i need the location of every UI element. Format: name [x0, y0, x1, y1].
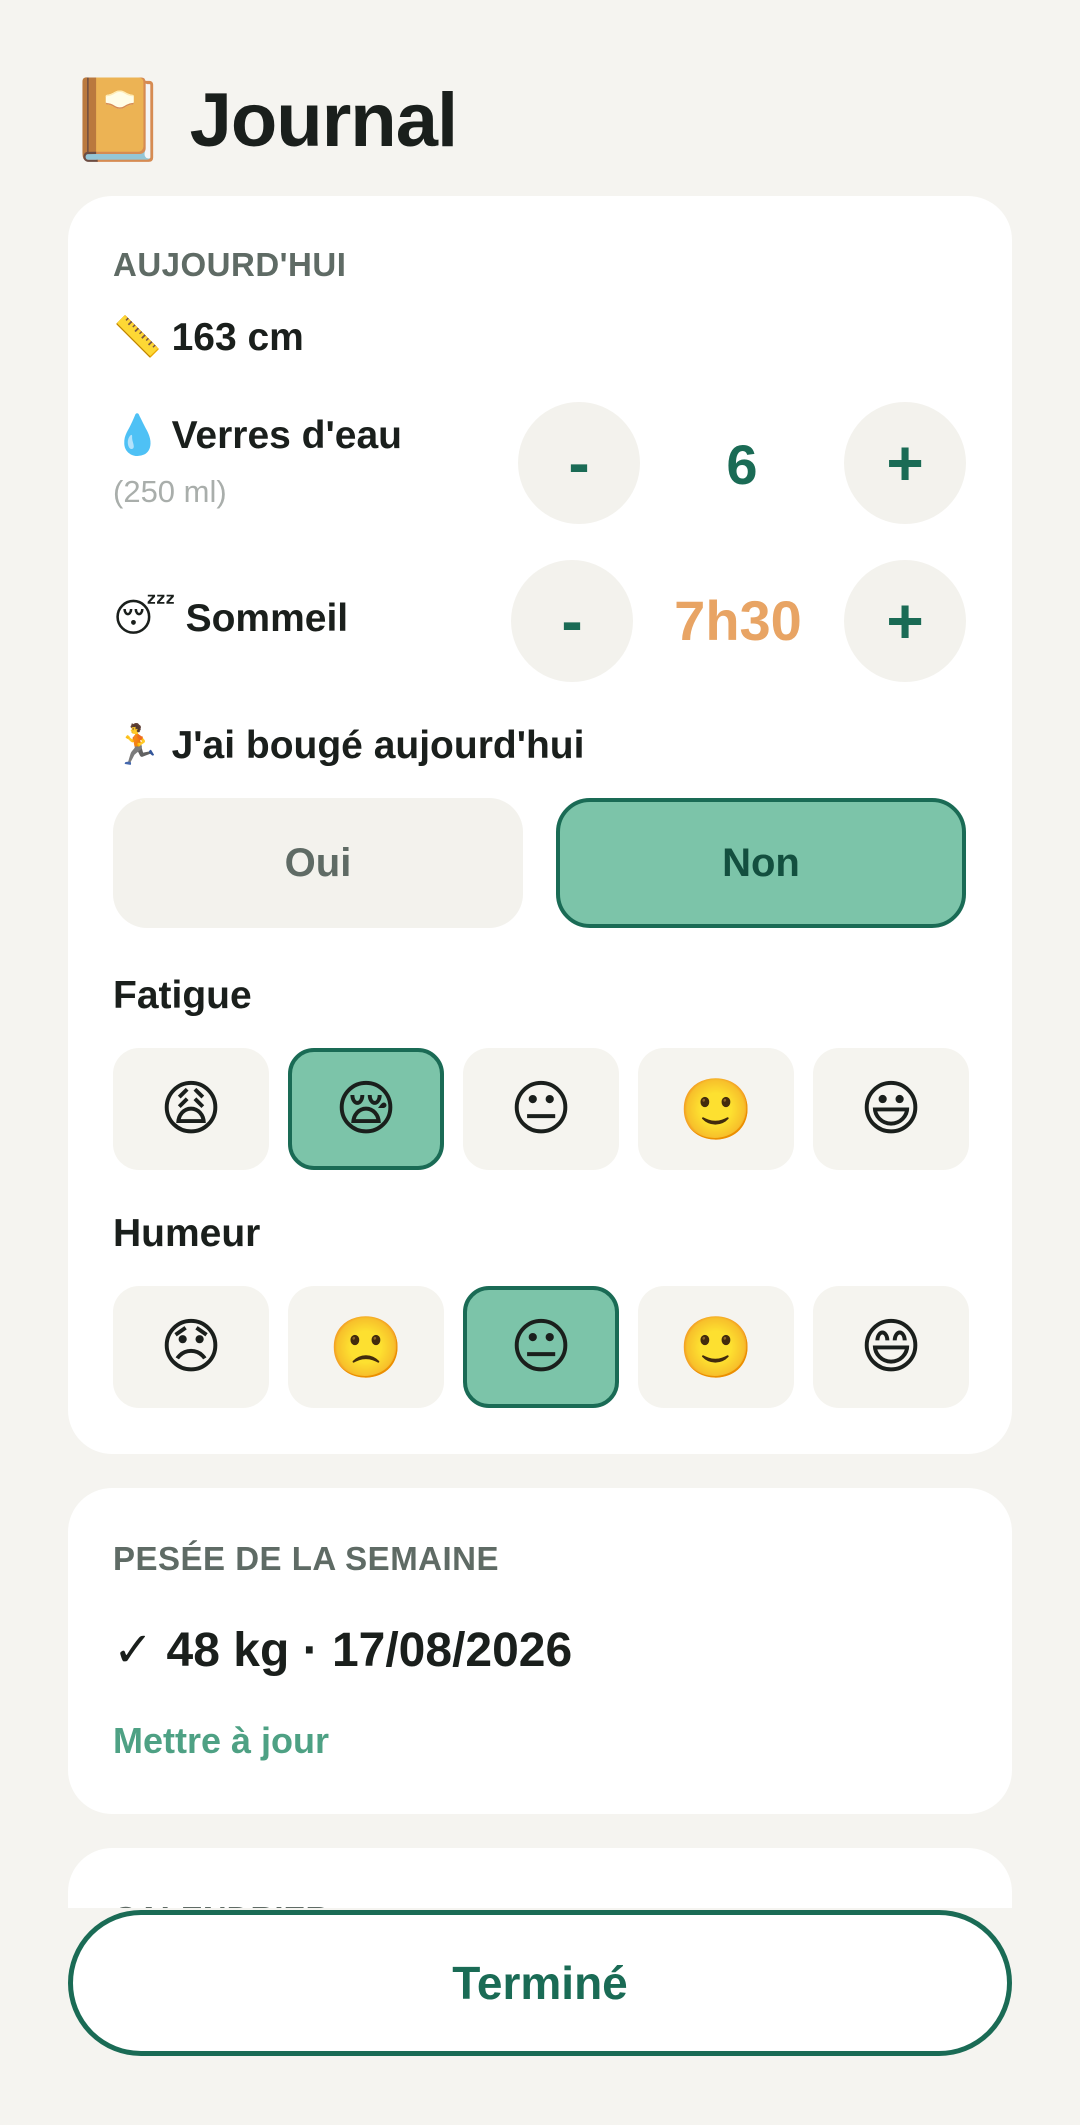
moved-row-label: 🏃 J'ai bougé aujourd'hui: [113, 722, 584, 768]
sleep-row-label: 😴 Sommeil: [113, 596, 348, 641]
water-row-label: 💧 Verres d'eau: [113, 412, 402, 458]
running-person-icon: 🏃: [113, 724, 162, 767]
height-value: 163 cm: [171, 316, 304, 359]
moved-label: J'ai bougé aujourd'hui: [171, 724, 585, 767]
mood-option-sad[interactable]: 😞: [113, 1286, 269, 1408]
fatigue-option-neutral[interactable]: 😐: [463, 1048, 619, 1170]
water-decrement-button[interactable]: -: [518, 402, 640, 524]
mood-option-down[interactable]: 🙁: [288, 1286, 444, 1408]
height-row: 📏 163 cm: [113, 314, 304, 360]
ruler-icon: 📏: [113, 316, 162, 359]
today-card: AUJOURD'HUI 📏 163 cm 💧 Verres d'eau (250 m…: [68, 196, 1012, 1454]
notebook-icon: 📔: [68, 75, 168, 164]
moved-yes-button[interactable]: Oui: [113, 798, 523, 928]
fatigue-options: 😩 😪 😐 🙂 😃: [113, 1048, 969, 1170]
weigh-in-card: PESÉE DE LA SEMAINE ✓ 48 kg · 17/08/2026…: [68, 1488, 1012, 1814]
mood-options: 😞 🙁 😐 🙂 😄: [113, 1286, 969, 1408]
page-title: Journal: [189, 77, 458, 163]
sleep-decrement-button[interactable]: -: [511, 560, 633, 682]
water-sublabel: (250 ml): [113, 474, 227, 509]
moved-no-button[interactable]: Non: [556, 798, 966, 928]
water-increment-button[interactable]: +: [844, 402, 966, 524]
section-label-weigh-in: PESÉE DE LA SEMAINE: [113, 1540, 500, 1577]
sleeping-face-icon: 😴: [113, 597, 176, 640]
page-header: 📔 Journal: [68, 70, 458, 170]
sleep-label: Sommeil: [185, 597, 349, 640]
water-label: Verres d'eau: [171, 414, 402, 457]
section-label-today: AUJOURD'HUI: [113, 246, 347, 283]
sleep-value: 7h30: [674, 589, 802, 652]
done-button[interactable]: Terminé: [68, 1910, 1012, 2056]
weigh-in-value: ✓ 48 kg · 17/08/2026: [113, 1624, 573, 1677]
mood-option-neutral[interactable]: 😐: [463, 1286, 619, 1408]
update-weight-link[interactable]: Mettre à jour: [113, 1720, 329, 1762]
mood-label: Humeur: [113, 1212, 261, 1255]
fatigue-option-ok[interactable]: 🙂: [638, 1048, 794, 1170]
water-value: 6: [726, 433, 758, 496]
mood-option-happy[interactable]: 😄: [813, 1286, 969, 1408]
fatigue-option-sleepy[interactable]: 😪: [288, 1048, 444, 1170]
sleep-increment-button[interactable]: +: [844, 560, 966, 682]
mood-option-ok[interactable]: 🙂: [638, 1286, 794, 1408]
fatigue-option-great[interactable]: 😃: [813, 1048, 969, 1170]
fatigue-label: Fatigue: [113, 974, 252, 1017]
fatigue-option-exhausted[interactable]: 😩: [113, 1048, 269, 1170]
droplet-icon: 💧: [113, 414, 162, 457]
